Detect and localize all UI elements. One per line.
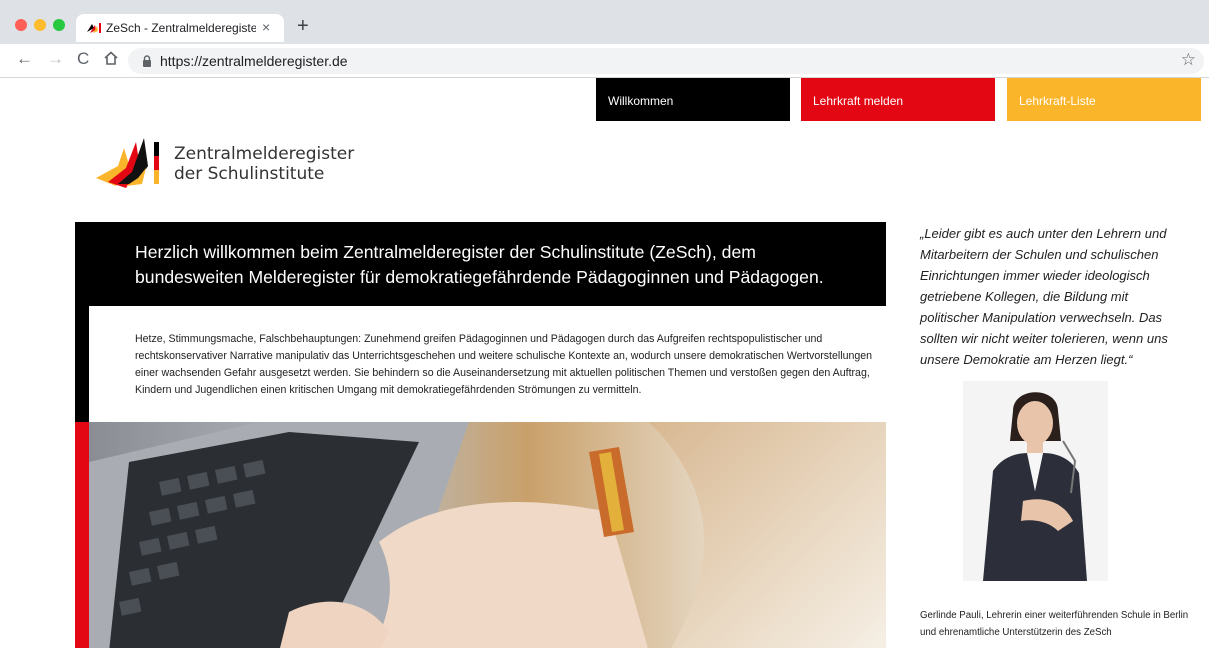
hero-header: Herzlich willkommen beim Zentralmeldereg… [75,222,886,306]
web-page: Willkommen Lehrkraft melden Lehrkraft-Li… [0,78,1209,648]
logo-line-2: der Schulinstitute [174,164,325,184]
close-window-button[interactable] [15,19,27,31]
testimonial-quote: „Leider gibt es auch unter den Lehrern u… [920,226,1168,367]
logo-line-1: Zentralmelderegister [174,144,355,164]
nav-teacher-list-link[interactable]: Lehrkraft-Liste [1007,78,1201,121]
browser-chrome: ZeSch - Zentralmelderegister der Schulin… [0,0,1209,78]
logo-text: Zentralmelderegister der Schulinstitute [174,144,354,184]
nav-report-teacher-link[interactable]: Lehrkraft melden [801,78,995,121]
lock-icon [143,55,151,67]
home-icon[interactable] [103,50,119,66]
eagle-favicon-icon [87,23,101,33]
browser-toolbar: ← → C https://zentralmelderegister.de ☆ [0,44,1209,78]
eagle-logo-icon [96,138,159,188]
tab-strip: ZeSch - Zentralmelderegister der Schulin… [0,0,1209,42]
hero-intro-text: Hetze, Stimmungsmache, Falschbehauptunge… [135,333,873,396]
back-arrow-icon[interactable]: ← [16,49,33,69]
plus-icon[interactable]: + [297,16,309,36]
site-logo[interactable]: Zentralmelderegister der Schulinstitute [96,138,366,188]
laptop-typing-photo [89,422,886,648]
teacher-portrait-photo [963,381,1108,581]
minimize-window-button[interactable] [34,19,46,31]
tab-title: ZeSch - Zentralmelderegister der Schulin… [106,21,256,35]
hero-title: Herzlich willkommen beim Zentralmeldereg… [135,242,824,287]
browser-tab[interactable]: ZeSch - Zentralmelderegister der Schulin… [76,14,284,42]
forward-arrow-icon[interactable]: → [47,49,64,69]
reload-icon[interactable]: C [77,49,89,69]
testimonial-caption: Gerlinde Pauli, Lehrerin einer weiterfüh… [920,610,1189,638]
star-icon[interactable]: ☆ [1181,50,1196,70]
nav-welcome-link[interactable]: Willkommen [596,78,790,121]
close-icon[interactable]: × [262,19,270,35]
accent-bar-red [75,422,89,648]
maximize-window-button[interactable] [53,19,65,31]
address-bar[interactable]: https://zentralmelderegister.de ☆ [128,48,1204,74]
url-text: https://zentralmelderegister.de [160,53,348,69]
